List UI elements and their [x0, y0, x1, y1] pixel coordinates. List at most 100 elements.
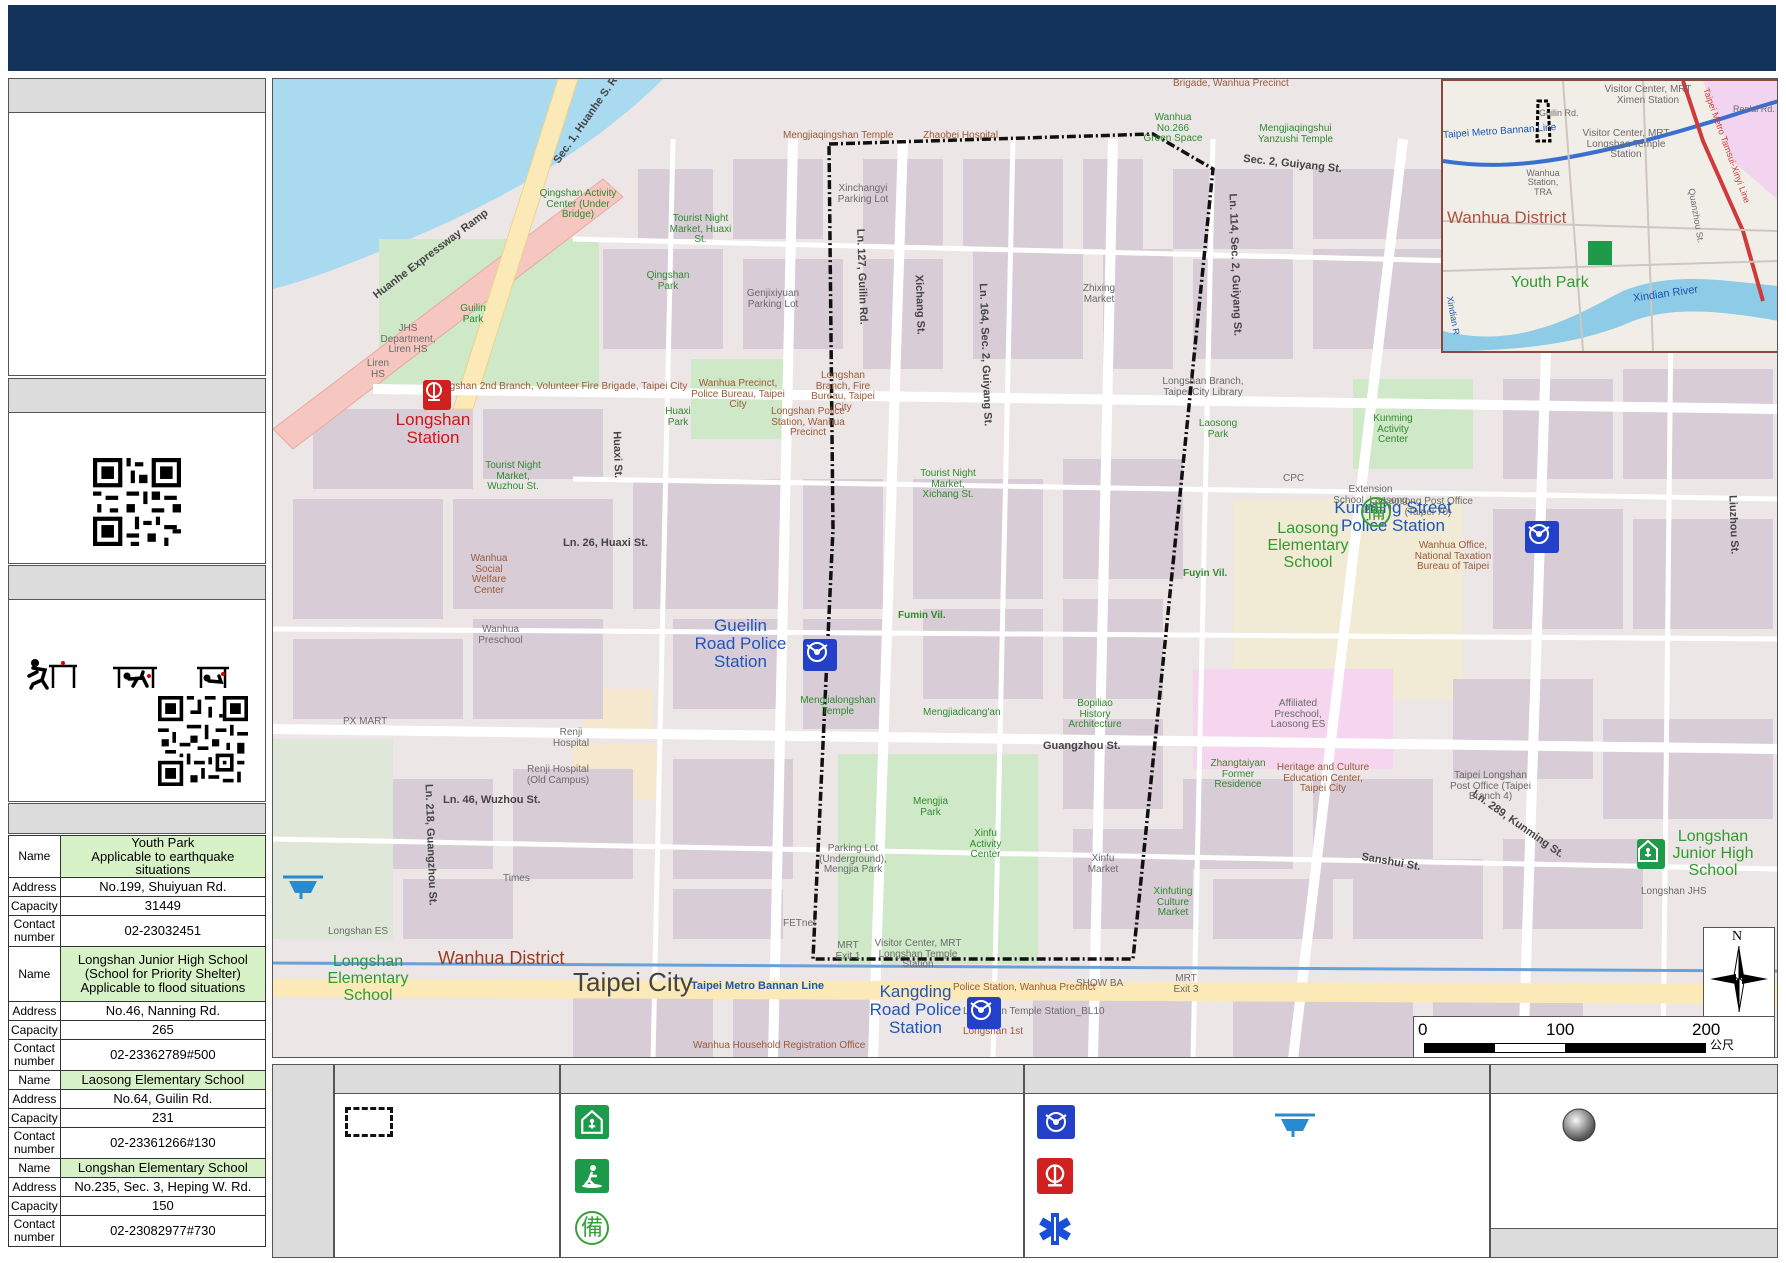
place-label: Huaxi Park [665, 406, 691, 428]
district-label: Wanhua District [438, 948, 565, 968]
helicopter-icon[interactable] [281, 871, 325, 901]
shelter-contact: 02-23082977#730 [59, 1214, 267, 1247]
metro-label: Taipei Metro Bannan Line [691, 980, 825, 992]
ems-legend-icon [1039, 1213, 1071, 1245]
fire-legend-icon [1037, 1158, 1073, 1194]
shelter-address: No.46, Nanning Rd. [59, 1000, 267, 1021]
gueilin-police-label: Gueilin Road Police Station [694, 616, 787, 671]
place-label: Tourist Night Market, Xichang St. [920, 468, 976, 500]
inset-map[interactable]: Visitor Center, MRT Ximen Station Taipei… [1441, 79, 1777, 353]
place-label: PX MART [343, 716, 388, 727]
place-label: MRT Exit 3 [1173, 973, 1199, 995]
name-key: Name [8, 1157, 61, 1178]
place-label: Xinfu Activity Center [969, 828, 1002, 860]
capacity-key: Capacity [8, 895, 61, 916]
legend-head [335, 1065, 559, 1094]
scale-bar-graphic [1424, 1043, 1706, 1053]
name-key: Name [8, 1069, 61, 1090]
table-row: Contact number 02-23032451 [8, 914, 267, 947]
place-label: Times [503, 873, 530, 884]
earthquake-tips-panel [8, 565, 266, 802]
place-label: Police Station, Wanhua Precinct [953, 982, 1096, 993]
place-label: Tourist Night Market, Wuzhou St. [485, 460, 541, 492]
street-label: Ln. 127, Guilin Rd. [854, 228, 870, 325]
shelter-contact: 02-23032451 [59, 914, 267, 947]
cover-icon [113, 666, 157, 688]
inset-label: Ren'ai Rd. [1733, 104, 1775, 114]
place-label: Bopiliao History Architecture [1068, 698, 1122, 730]
legend-head [1025, 1065, 1489, 1094]
place-label: Wanhua Office, National Taxation Bureau … [1414, 540, 1492, 572]
shelter-contact: 02-23362789#500 [59, 1038, 267, 1071]
legend-head [561, 1065, 1023, 1094]
place-label: Renji Hospital (Old Campus) [526, 764, 590, 786]
shelter-address: No.235, Sec. 3, Heping W. Rd. [59, 1176, 267, 1197]
place-label: Tourist Night Market, Huaxi St. [669, 213, 732, 245]
longshan-es-label: Longshan Elementary School [327, 953, 409, 1004]
main-map[interactable]: Sec. 1, Huanhe S. Rd. Huanhe Expressway … [272, 78, 1778, 1058]
address-key: Address [8, 1000, 61, 1021]
laosong-es-label: Laosong Elementary School [1267, 520, 1349, 571]
place-label: Kunming Activity Center [1373, 413, 1413, 445]
shelter-panel-header [8, 803, 266, 834]
place-label: Visitor Center, MRT Longshan Temple Stat… [874, 938, 962, 970]
name-key: Name [8, 835, 61, 878]
street-label: Huaxi St. [610, 431, 625, 479]
qr-panel-header [9, 379, 265, 413]
police-station-icon[interactable] [967, 997, 1001, 1029]
description-panel [8, 78, 266, 376]
street-label: Xichang St. [912, 274, 927, 335]
legend-other-cell [1490, 1064, 1778, 1258]
legend-route-cell [334, 1064, 560, 1258]
street-label: Ln. 26, Huaxi St. [563, 537, 648, 549]
fire-station-icon[interactable] [423, 380, 451, 410]
longshan-jhs-label: Longshan Junior High School [1672, 828, 1754, 879]
compass-north: N [1732, 929, 1743, 944]
scale-tick-100: 100 [1546, 1020, 1575, 1039]
shelter-capacity: 231 [59, 1107, 267, 1128]
table-row: Capacity 265 [8, 1019, 267, 1040]
compass: N [1703, 927, 1775, 1017]
tips-qr-code-icon[interactable] [158, 696, 248, 786]
place-label: Affiliated Preschool, Laosong ES [1270, 698, 1326, 730]
qr-code-icon[interactable] [93, 458, 181, 546]
table-row: Contact number 02-23361266#130 [8, 1126, 267, 1159]
shelter-note: Applicable to earthquake situations [91, 848, 235, 878]
place-label: Mengjiadicang'an [923, 707, 1001, 718]
table-row: Address No.199, Shuiyuan Rd. [8, 876, 267, 897]
place-label: Wanhua Household Registration Office [693, 1040, 866, 1051]
place-label: Wanhua No.266 Green Space [1143, 112, 1203, 144]
scale-tick-0: 0 [1418, 1020, 1428, 1039]
shelter-name: Longshan Elementary School [59, 1157, 267, 1178]
inset-district: Wanhua District [1447, 208, 1567, 227]
street-label: Ln. 46, Wuzhou St. [443, 794, 541, 806]
place-label: Renji Hospital [552, 727, 590, 749]
place-label: Zhixing Market [1082, 283, 1116, 305]
reserve-shelter-icon[interactable]: 備 [1361, 497, 1391, 527]
table-row: Capacity 150 [8, 1195, 267, 1216]
place-label: Qingshan Activity Center (Under Bridge) [539, 188, 617, 220]
longshan-station-label: Longshan Station [395, 410, 471, 447]
place-label: Qingshan Park [646, 270, 690, 292]
place-label: Xinchangyi Parking Lot [837, 183, 889, 205]
place-label: Mengjialongshan Temple [800, 695, 876, 717]
place-label: Mengjia Park [913, 796, 949, 818]
police-station-icon[interactable] [1525, 521, 1559, 553]
shelter-icon[interactable] [1637, 839, 1665, 869]
legend-head [1491, 1065, 1777, 1094]
legend-side-header-fill [273, 1065, 333, 1257]
place-label: Xinfu Market [1087, 853, 1119, 875]
description-panel-header [9, 79, 265, 113]
legend-facility-cell [1024, 1064, 1490, 1258]
place-label: Guilin Park [460, 303, 486, 325]
inset-label: Wanhua Station, TRA [1526, 168, 1560, 197]
earthquake-tips-panel-header [9, 566, 265, 600]
place-label: Fumin Vil. [898, 610, 946, 621]
police-station-icon[interactable] [803, 639, 837, 671]
place-label: Wanhua Social Welfare Center [470, 553, 508, 596]
place-label: Longshan JHS [1641, 886, 1707, 897]
capacity-key: Capacity [8, 1019, 61, 1040]
name-key: Name [8, 945, 61, 1002]
place-label: Longshan Branch, Taipei City Library [1162, 376, 1244, 398]
place-label: Fuyin Vil. [1183, 568, 1228, 579]
